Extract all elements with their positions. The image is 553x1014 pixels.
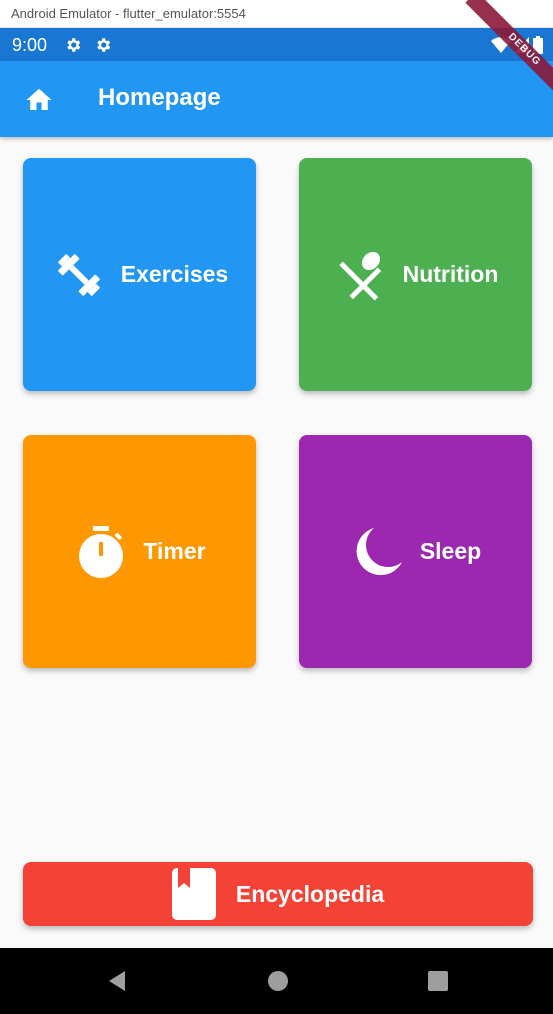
back-icon[interactable] — [105, 968, 131, 994]
exercises-label: Exercises — [120, 261, 229, 287]
stopwatch-icon — [79, 525, 124, 578]
exercises-tile[interactable]: Exercises — [23, 158, 256, 391]
app-bar: Homepage — [0, 61, 553, 137]
moon-icon — [356, 527, 402, 575]
page-title: Homepage — [98, 84, 221, 111]
recents-icon[interactable] — [425, 968, 451, 994]
home-icon[interactable] — [24, 85, 54, 115]
timer-label: Timer — [143, 538, 206, 564]
window-title: Android Emulator - flutter_emulator:5554 — [11, 6, 246, 21]
settings-icon — [67, 38, 81, 52]
encyclopedia-button[interactable]: Encyclopedia — [23, 862, 533, 926]
timer-tile[interactable]: Timer — [23, 435, 256, 668]
encyclopedia-label: Encyclopedia — [235, 880, 385, 907]
home-circle-icon[interactable] — [265, 968, 291, 994]
android-nav-bar — [0, 948, 553, 1014]
status-bar: 9:00 — [0, 28, 553, 61]
sleep-tile[interactable]: Sleep — [299, 435, 532, 668]
settings-icon — [97, 38, 111, 52]
nutrition-tile[interactable]: Nutrition — [299, 158, 532, 391]
status-time: 9:00 — [12, 35, 48, 55]
dumbbell-icon — [57, 253, 100, 296]
restaurant-icon — [338, 251, 381, 301]
nutrition-label: Nutrition — [402, 261, 499, 287]
sleep-label: Sleep — [419, 538, 482, 564]
book-icon — [171, 868, 216, 920]
